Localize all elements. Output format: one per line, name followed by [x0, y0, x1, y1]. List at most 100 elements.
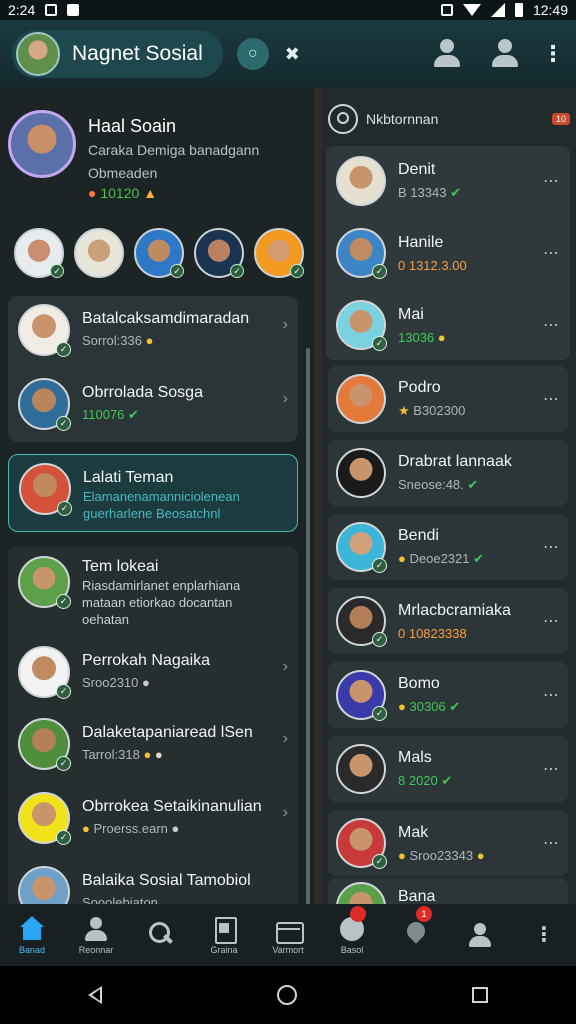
contact-avatar[interactable]: [336, 156, 386, 206]
location-pin-icon: [401, 922, 431, 948]
contact-avatar[interactable]: ✓: [336, 228, 387, 279]
contact-avatar[interactable]: ✓: [336, 522, 387, 573]
profile-avatar[interactable]: [8, 110, 76, 178]
list-item[interactable]: ✓ Bomo ● 30306 ✔ ⋯: [328, 662, 568, 728]
emoji-icon: ●: [143, 747, 152, 762]
notification-badge: 1: [416, 906, 432, 922]
list-item[interactable]: ✓ Bendi ● Deoe2321 ✔ ⋯: [328, 514, 568, 580]
left-scrollbar[interactable]: [306, 348, 310, 904]
list-item[interactable]: ✓ Perrokah Nagaika Sroo2310 ● ›: [8, 638, 298, 710]
check-circle-icon: ✔: [449, 699, 461, 714]
chevron-right-icon[interactable]: ›: [283, 390, 288, 408]
nav-groups[interactable]: Graina: [192, 904, 256, 966]
check-circle-icon: ✔: [473, 551, 485, 566]
user-avatar[interactable]: [16, 32, 60, 76]
more-horiz-icon[interactable]: ⋯: [543, 759, 560, 779]
contact-avatar[interactable]: [336, 882, 386, 904]
emoji-icon: ●: [88, 185, 97, 201]
story-avatar[interactable]: ✓: [254, 228, 304, 278]
list-item[interactable]: ✓ Obrrolada Sosga 110076 ✔ ›: [8, 370, 298, 442]
list-item[interactable]: ✓ Hanile 0 1312.3.00 ⋯: [328, 220, 568, 286]
list-item[interactable]: ✓ Batalcaksamdimaradan Sorrol:336 ● ›: [8, 296, 298, 368]
list-item[interactable]: ✓ Lalati Teman Elamanenamanniciolenean g…: [9, 455, 297, 527]
more-horiz-icon[interactable]: ⋯: [543, 611, 560, 631]
contact-avatar[interactable]: ✓: [336, 596, 387, 647]
home-button-icon[interactable]: [276, 985, 297, 1005]
contact-avatar[interactable]: ✓: [18, 304, 71, 357]
nav-profile[interactable]: [448, 904, 512, 966]
story-avatar[interactable]: ✓: [14, 228, 64, 278]
list-item[interactable]: Denit B 13343 ✔ ⋯: [328, 148, 568, 214]
list-item[interactable]: ✓ Mai 13036 ● ⋯: [328, 292, 568, 358]
more-horiz-icon[interactable]: ⋯: [543, 315, 560, 335]
profile-icon[interactable]: [488, 37, 522, 71]
contact-avatar[interactable]: ✓: [336, 670, 387, 721]
more-horiz-icon[interactable]: ⋯: [543, 171, 560, 191]
list-item[interactable]: ✓ Mrlacbcramiaka 0 10823338 ⋯: [328, 588, 568, 654]
more-horiz-icon[interactable]: ⋯: [543, 537, 560, 557]
contact-avatar[interactable]: [336, 374, 386, 424]
contact-avatar[interactable]: ✓: [18, 556, 71, 609]
x-icon[interactable]: ✖: [285, 44, 300, 65]
nav-search[interactable]: [128, 904, 192, 966]
list-item[interactable]: Mals 8 2020 ✔ ⋯: [328, 736, 568, 802]
story-avatar[interactable]: ✓: [134, 228, 184, 278]
story-avatar[interactable]: ✓: [194, 228, 244, 278]
contact-meta: 13036 ●: [398, 329, 446, 345]
back-icon[interactable]: [87, 986, 102, 1004]
contact-meta: ● 30306 ✔: [398, 699, 461, 714]
list-item[interactable]: Drabrat lannaak Sneose:48. ✔: [328, 440, 568, 506]
profile-card[interactable]: Haal Soain Caraka Demiga banadgann Obmea…: [8, 110, 308, 201]
nav-more[interactable]: ⋮: [512, 904, 576, 966]
chevron-right-icon[interactable]: ›: [283, 658, 288, 676]
more-horiz-icon[interactable]: ⋯: [543, 833, 560, 853]
contact-avatar[interactable]: ✓: [18, 646, 71, 699]
list-item[interactable]: ✓ Dalaketapaniaread lSen Tarrol:318 ● ● …: [8, 710, 298, 782]
contact-avatar[interactable]: ✓: [18, 378, 71, 431]
chevron-right-icon[interactable]: ›: [283, 316, 288, 334]
check-circle-icon: ✔: [450, 185, 461, 200]
more-horiz-icon[interactable]: ⋯: [543, 685, 560, 705]
status-clock: 12:49: [532, 2, 568, 18]
nav-people[interactable]: Reonnar: [64, 904, 128, 966]
contact-meta: ● Proerss.earn ●: [82, 821, 180, 836]
app-notification-icon: [67, 4, 80, 16]
more-vert-icon[interactable]: ⋮: [542, 41, 564, 67]
contact-name: Lalati Teman: [83, 469, 174, 486]
chevron-right-icon[interactable]: ›: [283, 804, 288, 822]
contact-avatar[interactable]: ✓: [18, 718, 71, 771]
contact-avatar[interactable]: ✓: [18, 792, 71, 845]
nav-basol[interactable]: Basol: [320, 904, 384, 966]
story-avatar[interactable]: [74, 228, 124, 278]
list-item[interactable]: Bana: [328, 878, 568, 904]
list-item[interactable]: Balaika Sosial Tamobiol Sooolebiaton: [8, 858, 298, 904]
pane-divider[interactable]: [314, 88, 322, 904]
list-item[interactable]: ✓ Obrrokea Setaikinanulian ● Proerss.ear…: [8, 784, 298, 856]
contact-avatar[interactable]: [336, 744, 386, 794]
emoji-icon: ●: [476, 847, 485, 863]
contact-avatar[interactable]: ✓: [336, 818, 387, 869]
contact-avatar[interactable]: [336, 448, 386, 498]
list-item[interactable]: ✓ Tem lokeai Riasdamirlanet enplarhiana …: [8, 548, 298, 632]
list-item[interactable]: ✓ Mak ● Sroo23343 ● ⋯: [328, 810, 568, 876]
nav-home[interactable]: Banad: [0, 904, 64, 966]
recents-icon[interactable]: [472, 987, 489, 1003]
contact-avatar[interactable]: ✓: [19, 463, 72, 516]
contact-avatar[interactable]: ✓: [336, 300, 387, 351]
check-icon: ✓: [372, 854, 387, 869]
list-item[interactable]: Podro ★ B302300 ⋯: [328, 366, 568, 432]
chevron-right-icon[interactable]: ›: [283, 730, 288, 748]
chat-bubble-icon[interactable]: ○: [236, 38, 269, 70]
contact-meta: ● Deoe2321 ✔: [398, 551, 485, 566]
contact-avatar[interactable]: [18, 866, 70, 904]
more-horiz-icon[interactable]: ⋯: [543, 243, 560, 263]
more-horiz-icon[interactable]: ⋯: [543, 389, 560, 409]
contact-name: Tem lokeai: [82, 558, 159, 575]
nav-market[interactable]: Varmort: [256, 904, 320, 966]
search-icon[interactable]: [328, 104, 358, 134]
person-icon: [81, 916, 111, 942]
nav-location[interactable]: 1: [384, 904, 448, 966]
highlighted-contact-card[interactable]: ✓ Lalati Teman Elamanenamanniciolenean g…: [8, 454, 298, 532]
app-title-pill[interactable]: Nagnet Sosial: [12, 30, 223, 78]
contacts-icon[interactable]: [430, 37, 464, 71]
